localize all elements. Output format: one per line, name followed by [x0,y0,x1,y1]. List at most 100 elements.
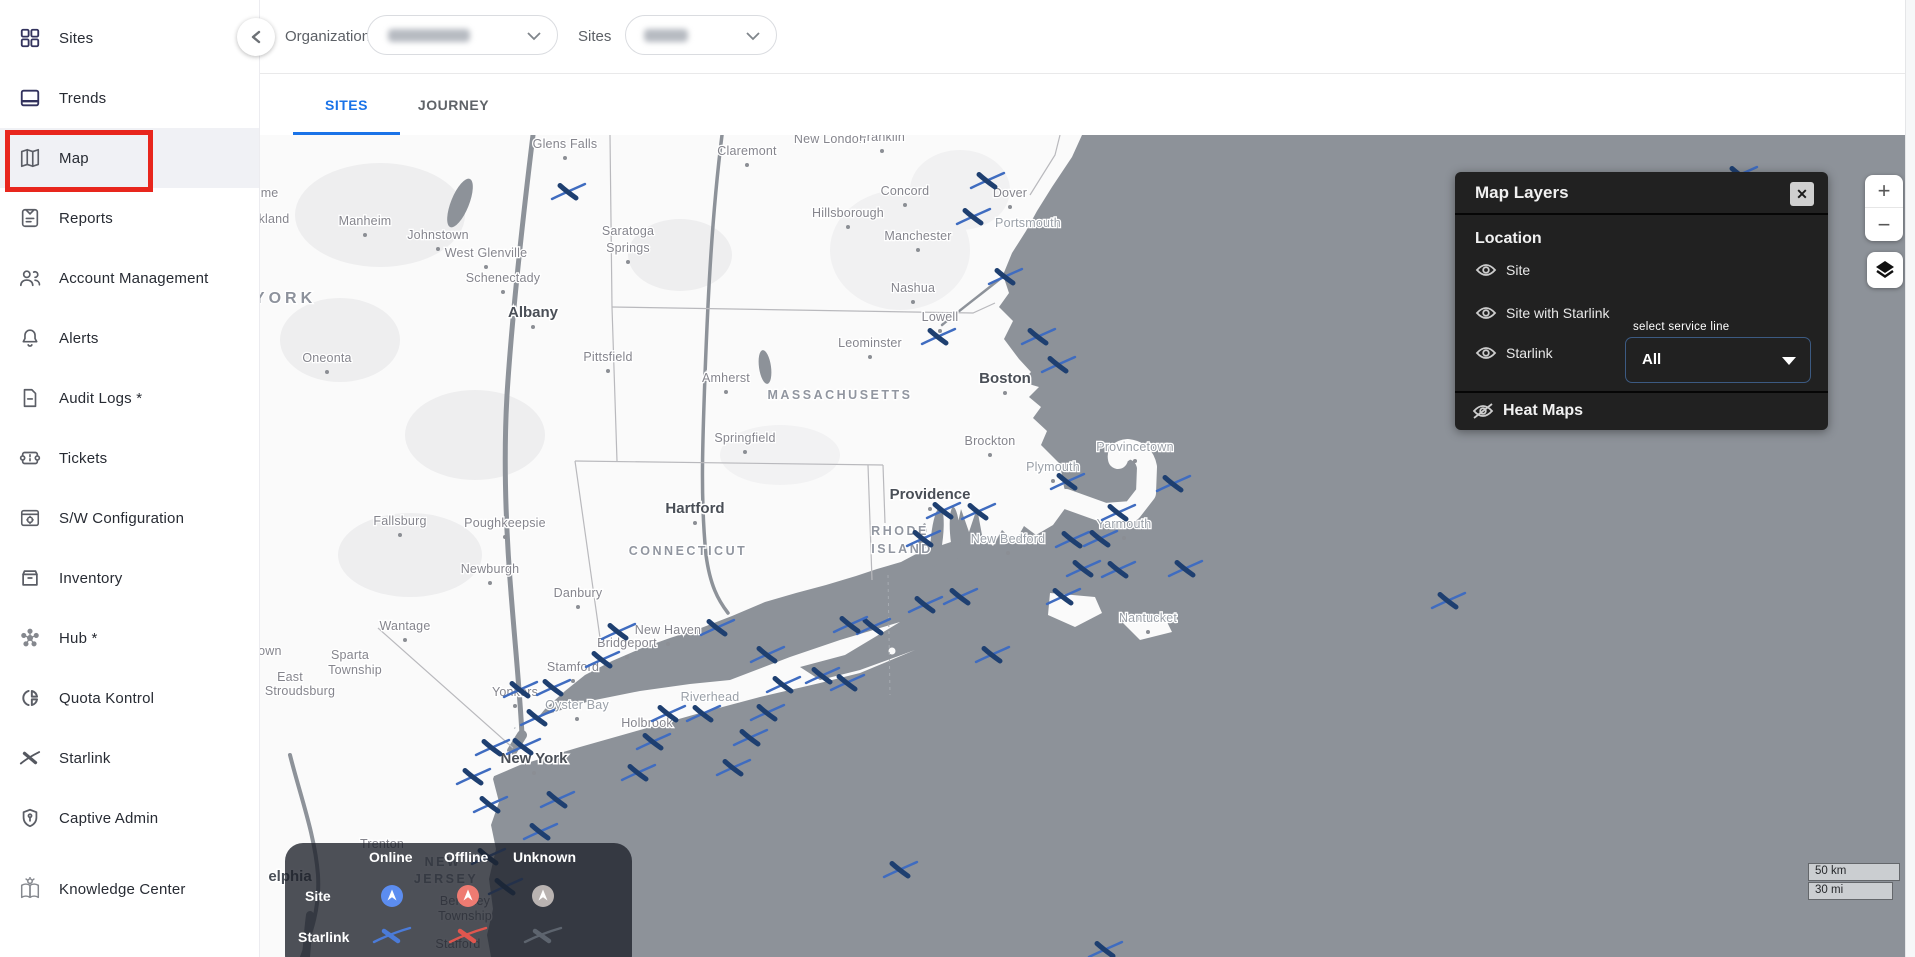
map-label: Newburgh [461,562,520,576]
legend-row-starlink: Starlink [298,929,349,945]
chevron-left-icon [250,30,262,44]
city-dot [531,325,535,329]
sidebar-nav-list: SitesTrendsMapReportsAccount ManagementA… [0,0,259,848]
zoom-out-button[interactable]: − [1865,208,1903,241]
sidebar-item-knowledge[interactable]: Knowledge Center [0,859,259,919]
zoom-control: + − [1865,175,1903,241]
alerts-icon [18,326,42,350]
sidebar-item-reports[interactable]: Reports [0,188,259,248]
service-line-select[interactable]: All [1625,337,1811,383]
sidebar-item-account[interactable]: Account Management [0,248,259,308]
zoom-in-button[interactable]: + [1865,175,1903,208]
trends-icon [18,86,42,110]
map-label: Lowell [922,310,959,324]
sidebar-collapse-button[interactable] [237,18,275,56]
map-label: Dover [993,186,1027,200]
sidebar-item-sites[interactable]: Sites [0,8,259,68]
city-dot [436,247,440,251]
map-label: Leominster [838,336,902,350]
map-canvas[interactable]: omeGlens FallsSaratogaSpringsManheimklan… [260,135,1905,957]
sidebar-item-alerts[interactable]: Alerts [0,308,259,368]
eye-icon [1475,346,1497,360]
tab-bar: SITES JOURNEY [260,74,1905,135]
sidebar-item-label: Hub * [59,630,98,647]
sidebar-item-label: Trends [59,90,106,107]
city-dot [325,370,329,374]
city-dot [693,521,697,525]
map-label: Hillsborough [812,206,884,220]
layer-toggle-starlink[interactable]: Starlink [1475,345,1553,361]
map-layers-button[interactable] [1867,252,1903,288]
city-dot [576,605,580,609]
heat-maps-toggle[interactable]: Heat Maps [1471,402,1583,420]
topbar: Organization Sites [260,0,1905,74]
sidebar-item-starlink[interactable]: Starlink [0,728,259,788]
city-dot [743,450,747,454]
map-label: New London [794,135,866,146]
sidebar-item-label: Captive Admin [59,810,158,827]
sites-value-redacted [644,29,688,42]
map-label: Holbrook [621,716,673,730]
swconfig-icon [18,506,42,530]
map-label: Amherst [702,371,750,385]
audit-icon [18,386,42,410]
map-label: Manheim [339,214,392,228]
layers-icon [1874,259,1896,281]
sidebar-item-tickets[interactable]: Tickets [0,428,259,488]
map-label: Oneonta [302,351,351,365]
sidebar-item-map[interactable]: Map [0,128,259,188]
sidebar-item-swconfig[interactable]: S/W Configuration [0,488,259,548]
sidebar-item-inventory[interactable]: Inventory [0,548,259,608]
starlink-unknown-icon [521,923,565,949]
city-dot [488,581,492,585]
city-dot [846,225,850,229]
layer-toggle-site[interactable]: Site [1475,262,1530,278]
layer-site-with-starlink-label: Site with Starlink [1506,305,1609,321]
city-dot [513,704,517,708]
city-dot [880,149,884,153]
sidebar-item-trends[interactable]: Trends [0,68,259,128]
city-dot [988,453,992,457]
map-label: MASSACHUSETTS [767,388,912,402]
sidebar-item-hub[interactable]: Hub * [0,608,259,668]
map-label: Sparta [331,648,369,662]
city-dot [1051,479,1055,483]
app-window: SitesTrendsMapReportsAccount ManagementA… [0,0,1915,957]
map-label: Manchester [884,229,951,243]
scrollbar-track[interactable] [1905,0,1915,957]
city-dot [745,163,749,167]
city-dot [532,771,536,775]
organization-dropdown[interactable] [367,15,558,55]
city-dot [724,390,728,394]
map-label: Albany [508,304,559,321]
sidebar-item-label: Reports [59,210,113,227]
city-dot [503,535,507,539]
sidebar-item-quota[interactable]: Quota Kontrol [0,668,259,728]
map-label: Springs [606,241,650,255]
chevron-down-icon [746,32,760,41]
map-label: New Bedford [971,532,1045,546]
layer-toggle-site-with-starlink[interactable]: Site with Starlink [1475,305,1609,321]
map-label: Pittsfield [583,350,632,364]
map-label: ISLAND [871,542,933,556]
map-label: town [260,644,282,658]
city-dot [625,655,629,659]
city-dot [571,679,575,683]
sidebar-item-audit[interactable]: Audit Logs * [0,368,259,428]
sites-dropdown[interactable] [625,15,777,55]
city-dot [363,233,367,237]
tab-journey[interactable]: JOURNEY [400,74,507,135]
city-dot [938,329,942,333]
map-label: Provincetown [1096,440,1173,454]
sidebar-item-captive[interactable]: Captive Admin [0,788,259,848]
sites-icon [18,26,42,50]
map-label: CONNECTICUT [629,544,747,558]
knowledge-icon [18,877,42,901]
heat-maps-label: Heat Maps [1503,402,1583,420]
layer-starlink-label: Starlink [1506,345,1553,361]
tab-sites[interactable]: SITES [293,74,400,135]
close-icon[interactable]: ✕ [1790,182,1814,206]
map-label: Danbury [554,586,603,600]
map-label: Glens Falls [533,137,598,151]
panel-divider [1455,391,1828,393]
